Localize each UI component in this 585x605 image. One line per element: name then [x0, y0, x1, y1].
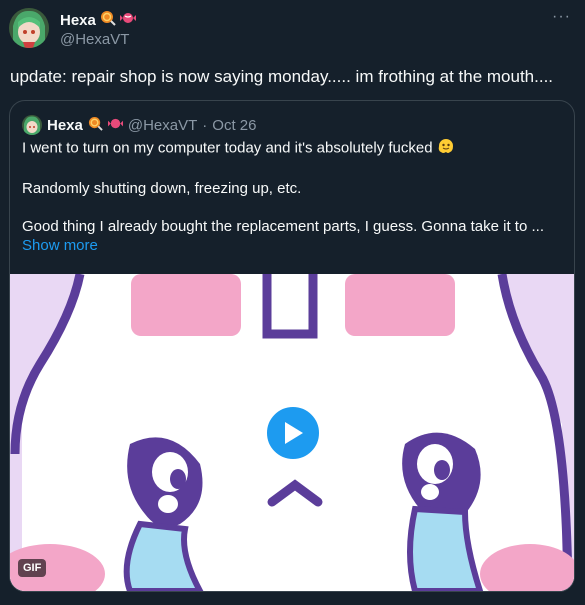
quoted-avatar [22, 115, 42, 135]
show-more-link[interactable]: Show more [22, 237, 98, 254]
quoted-body: I went to turn on my computer today and … [22, 137, 562, 255]
quoted-line-2: Randomly shutting down, freezing up, etc… [22, 180, 302, 197]
quoted-tweet[interactable]: Hexa @HexaVT · Oct 26 I went to turn on … [9, 100, 575, 592]
quoted-author-name: Hexa [47, 116, 83, 134]
melting-face-emoji [437, 137, 455, 160]
author-name[interactable]: Hexa [60, 12, 96, 29]
lollipop-icon [100, 10, 116, 31]
tweet-body: update: repair shop is now saying monday… [10, 67, 554, 86]
quoted-line-3: Good thing I already bought the replacem… [22, 218, 544, 235]
quoted-handle: @HexaVT [127, 116, 198, 134]
candy-icon [107, 116, 123, 135]
quoted-line-1: I went to turn on my computer today and … [22, 139, 433, 157]
play-button[interactable] [264, 404, 322, 462]
more-icon[interactable]: ··· [552, 8, 571, 26]
meta-separator: · [202, 116, 208, 134]
gif-media[interactable]: GIF [10, 274, 574, 591]
play-icon [285, 422, 303, 444]
quoted-date: Oct 26 [212, 116, 257, 134]
author-avatar[interactable] [9, 8, 49, 48]
lollipop-icon [88, 116, 103, 135]
author-name-row: Hexa [60, 10, 136, 31]
quoted-header: Hexa @HexaVT · Oct 26 [22, 115, 256, 135]
candy-icon [119, 10, 136, 31]
author-handle[interactable]: @HexaVT [60, 31, 129, 48]
gif-badge: GIF [18, 559, 47, 577]
